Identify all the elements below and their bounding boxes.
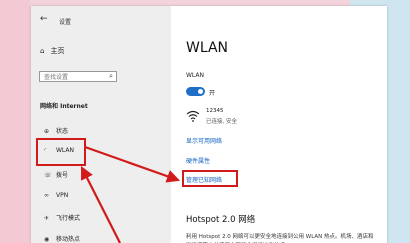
main-content: WLAN WLAN 开 12345 已连接, 安全 显示可用网络 硬件属性 管理… (171, 6, 387, 243)
airplane-icon: ✈ (44, 215, 50, 222)
window-title: 设置 (59, 19, 72, 26)
network-name[interactable]: 12345 (206, 108, 224, 114)
wlan-highlight-box (36, 138, 86, 166)
manage-highlight-box (182, 170, 238, 187)
globe-icon: ⊕ (44, 128, 50, 135)
vpn-icon: ∞ (44, 192, 49, 199)
sidebar-item-home[interactable]: ⌂ 主页 (40, 46, 64, 56)
settings-window: ← 设置 ⌂ 主页 查找设置 ⌕ 网络和 Internet ⊕ 状态 ◜ WLAN ☏… (31, 6, 387, 243)
title-bar: ← 设置 (31, 6, 171, 28)
sidebar-item-label: 拨号 (56, 172, 69, 179)
page-title: WLAN (186, 40, 229, 56)
wlan-toggle-label: WLAN (186, 72, 205, 79)
sidebar-item-vpn[interactable]: ∞ VPN (44, 192, 68, 199)
backdrop-pink (0, 0, 30, 243)
sidebar-item-label: VPN (56, 192, 69, 199)
screenshot-page: ← 设置 ⌂ 主页 查找设置 ⌕ 网络和 Internet ⊕ 状态 ◜ WLAN ☏… (0, 0, 410, 243)
search-placeholder: 查找设置 (44, 74, 69, 81)
phone-icon: ☏ (44, 172, 52, 179)
network-status: 已连接, 安全 (206, 119, 237, 125)
sidebar-item-hotspot[interactable]: ◉ 移动热点 (44, 234, 80, 243)
search-icon[interactable]: ⌕ (109, 71, 113, 82)
sidebar-item-label: 飞行模式 (56, 215, 81, 222)
show-available-networks-link[interactable]: 显示可用网络 (186, 136, 222, 145)
search-input[interactable]: 查找设置 ⌕ (39, 71, 117, 82)
hardware-properties-link[interactable]: 硬件属性 (186, 156, 210, 165)
sidebar-item-dialup[interactable]: ☏ 拨号 (44, 170, 68, 179)
hotspot-section-title: Hotspot 2.0 网络 (186, 215, 256, 225)
sidebar-item-status[interactable]: ⊕ 状态 (44, 126, 68, 135)
back-arrow-icon[interactable]: ← (40, 14, 48, 24)
sidebar: ← 设置 ⌂ 主页 查找设置 ⌕ 网络和 Internet ⊕ 状态 ◜ WLAN ☏… (31, 6, 171, 243)
hotspot-description: 利用 Hotspot 2.0 网络可以更安全地连接到公用 WLAN 热点。机场、… (186, 234, 374, 240)
toggle-state: 开 (209, 90, 216, 97)
sidebar-item-label: 移动热点 (56, 236, 81, 243)
toggle-knob (198, 89, 203, 94)
network-wifi-icon (186, 110, 200, 122)
hotspot-icon: ◉ (44, 236, 50, 243)
wlan-toggle[interactable] (186, 87, 205, 96)
sidebar-item-airplane[interactable]: ✈ 飞行模式 (44, 213, 80, 222)
sidebar-item-label: 状态 (56, 128, 69, 135)
home-label: 主页 (50, 47, 65, 55)
home-icon: ⌂ (40, 47, 45, 55)
section-header: 网络和 Internet (40, 103, 88, 110)
